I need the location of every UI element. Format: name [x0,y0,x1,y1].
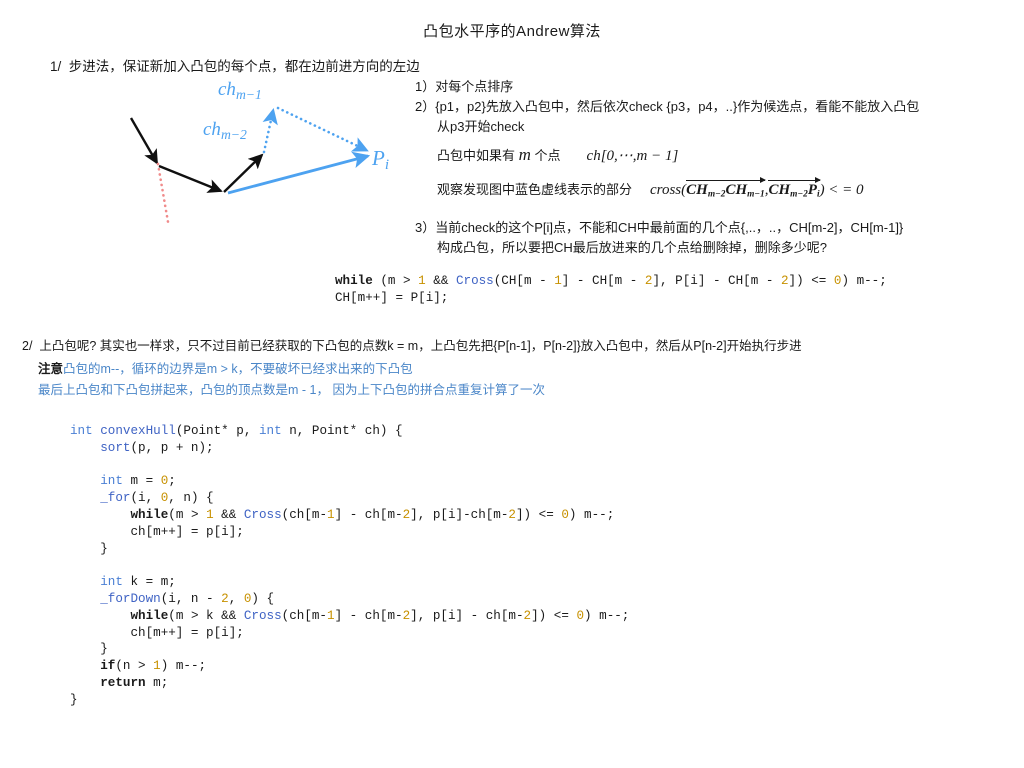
list-item-2-continued: 从p3开始check [437,119,525,134]
list-item-2: 2）{p1，p2}先放入凸包中，然后依次check {p3，p4，..}作为候选… [415,99,920,114]
convex-hull-diagram: chm−1 chm−2 Pi [100,70,420,235]
label-ch-m-2: chm−2 [203,119,247,142]
main-code-block: int convexHull(Point* p, int n, Point* c… [70,424,630,707]
math-line-hull-count: 凸包中如果有 m 个点 ch[0,⋯,m − 1] [437,145,679,164]
while-code-snippet: while (m > 1 && Cross(CH[m - 1] - CH[m -… [335,274,887,305]
label-p-i: Pi [372,146,390,174]
list-item-3: 3）当前check的这个P[i]点，不能和CH中最前面的几个点{,..，..，C… [415,220,904,235]
label-ch-m-1: chm−1 [218,79,262,102]
red-dotted-ray [156,162,170,224]
blue-solid-arrow [227,151,371,195]
note-line-2: 最后上凸包和下凸包拼起来，凸包的顶点数是m - 1， 因为上下凸包的拼合点重复计… [38,383,545,397]
section2-heading: 2/ 上凸包呢? 其实也一样求，只不过目前已经获取的下凸包的点数k = m，上凸… [22,339,802,353]
math-line-cross-product: 观察发现图中蓝色虚线表示的部分 cross(CHm−2CHm−1,CHm−2Pi)… [437,176,864,200]
list-item-3-continued: 构成凸包，所以要把CH最后放进来的几个点给删除掉，删除多少呢? [437,240,828,255]
note-line-1: 注意凸包的m--，循环的边界是m > k，不要破坏已经求出来的下凸包 [38,362,413,376]
page-title: 凸包水平序的Andrew算法 [423,23,601,40]
list-item-1: 1）对每个点排序 [415,79,514,94]
blue-dotted-edges [262,106,369,154]
